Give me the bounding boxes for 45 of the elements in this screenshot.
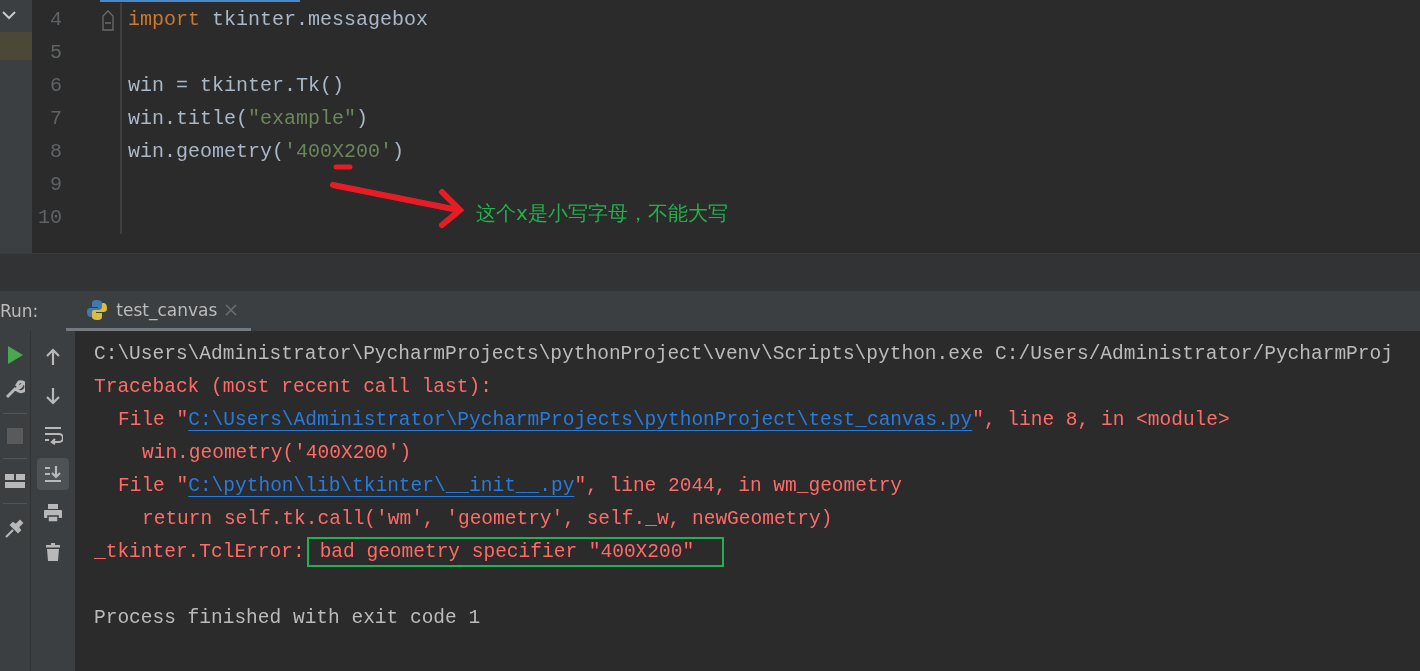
wrench-icon[interactable] bbox=[5, 379, 25, 399]
pin-icon[interactable] bbox=[5, 518, 25, 538]
code-text: '400X200' bbox=[284, 140, 393, 163]
code-text: ) bbox=[356, 107, 369, 130]
code-text: tkinter.messagebox bbox=[211, 8, 429, 31]
soft-wrap-icon bbox=[43, 425, 63, 445]
highlighted-error-text: bad geometry specifier "400X200" bbox=[306, 536, 725, 567]
error-text: _tkinter.TclError: bbox=[94, 540, 305, 563]
error-text: ", line 2044, in wm_geometry bbox=[574, 474, 903, 497]
code-text: "example" bbox=[248, 107, 357, 130]
code-text: import bbox=[128, 8, 200, 31]
code-text: ) bbox=[392, 140, 405, 163]
line-number: 5 bbox=[49, 41, 62, 64]
code-text: win = tkinter.Tk() bbox=[128, 74, 345, 97]
printer-icon bbox=[43, 503, 63, 523]
code-text: win.title( bbox=[128, 107, 249, 130]
fold-icon[interactable] bbox=[102, 8, 114, 31]
error-text: Traceback (most recent call last): bbox=[94, 375, 492, 398]
scroll-to-end-icon bbox=[43, 464, 63, 484]
underline-mark bbox=[333, 163, 353, 171]
trash-icon bbox=[43, 542, 63, 562]
python-icon bbox=[86, 298, 109, 321]
line-number: 4 bbox=[49, 8, 62, 31]
run-label: Run: bbox=[0, 301, 39, 321]
line-number: 7 bbox=[49, 107, 62, 130]
console-text: Process finished with exit code 1 bbox=[94, 606, 481, 629]
toolbar-button[interactable] bbox=[37, 458, 69, 490]
console-text: C:\Users\Administrator\PycharmProjects\pythonProject\venv\Scripts\python.exe C:/Users/Administrator/PycharmProj bbox=[94, 342, 1393, 365]
error-text: File " bbox=[118, 408, 189, 431]
file-link[interactable]: C:\python\lib\tkinter\__init__.py bbox=[188, 474, 575, 497]
code-text: win.geometry( bbox=[128, 140, 285, 163]
line-number: 9 bbox=[49, 173, 62, 196]
chevron-icon[interactable] bbox=[2, 10, 16, 20]
down-arrow-icon bbox=[43, 386, 63, 406]
layout-icon[interactable] bbox=[5, 473, 25, 489]
file-link[interactable]: C:\Users\Administrator\PycharmProjects\pythonProject\test_canvas.py bbox=[188, 408, 973, 431]
error-text: return self.tk.call('wm', 'geometry', self._w, newGeometry) bbox=[142, 507, 833, 530]
error-text: File " bbox=[118, 474, 189, 497]
error-text: ", line 8, in <module> bbox=[972, 408, 1230, 431]
line-number: 10 bbox=[37, 206, 62, 229]
line-number: 8 bbox=[49, 140, 62, 163]
run-icon[interactable] bbox=[6, 345, 24, 365]
annotation-note: 这个x是小写字母，不能大写 bbox=[476, 200, 728, 227]
error-text: win.geometry('400X200') bbox=[142, 441, 412, 464]
line-number: 6 bbox=[49, 74, 62, 97]
